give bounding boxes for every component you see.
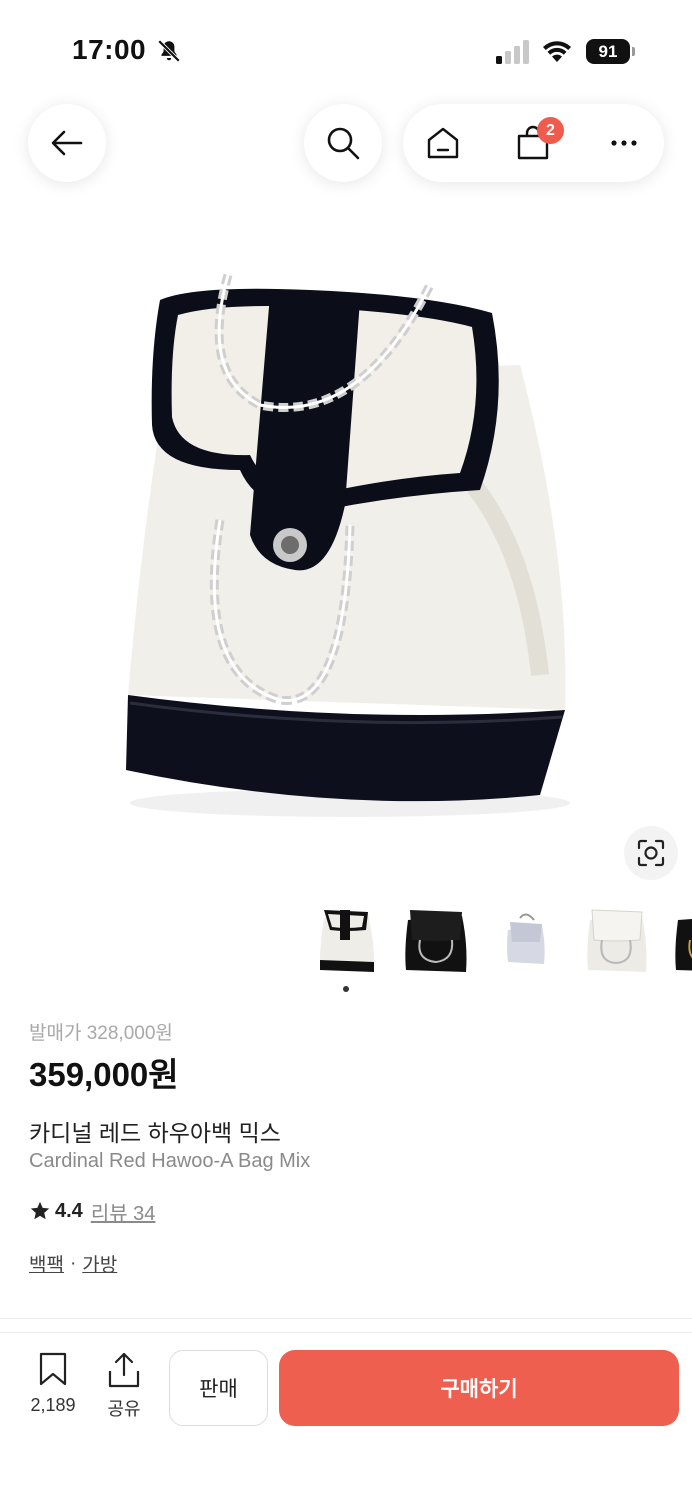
- wifi-icon: [543, 41, 571, 62]
- battery-level: 91: [586, 39, 630, 64]
- bottom-action-bar: 2,189 공유 판매 구매하기: [0, 1332, 692, 1452]
- home-button[interactable]: [403, 104, 483, 182]
- top-actions: 2: [403, 104, 664, 182]
- save-count: 2,189: [30, 1395, 76, 1415]
- more-icon: [611, 140, 637, 146]
- signal-icon: [496, 40, 529, 64]
- review-link[interactable]: 리뷰 34: [91, 1197, 156, 1226]
- divider: [0, 1318, 692, 1319]
- rating-value: 4.4: [55, 1199, 83, 1222]
- back-button[interactable]: [28, 104, 106, 182]
- more-button[interactable]: [584, 104, 664, 182]
- rating-row: 4.4 리뷰 34: [29, 1197, 155, 1225]
- share-label: 공유: [107, 1399, 141, 1419]
- status-time: 17:00: [72, 34, 147, 65]
- thumbnail-white[interactable]: [580, 900, 652, 976]
- buy-button[interactable]: 구매하기: [279, 1350, 679, 1426]
- thumbnail-strip: [310, 900, 692, 980]
- product-title-english: Cardinal Red Hawoo-A Bag Mix: [29, 1150, 311, 1172]
- image-search-button[interactable]: [624, 826, 678, 880]
- lens-scan-icon: [637, 839, 665, 867]
- star-icon: [30, 1201, 50, 1220]
- original-price: 발매가 328,000원: [29, 1023, 173, 1044]
- save-button[interactable]: 2,189: [18, 1351, 88, 1421]
- back-arrow-icon: [51, 130, 83, 156]
- thumbnail-white-black-mix[interactable]: [310, 900, 382, 976]
- bell-muted-icon: [157, 39, 181, 63]
- carousel-indicator: [343, 986, 349, 992]
- category-breadcrumb: 백팩 · 가방: [29, 1250, 117, 1277]
- cart-button[interactable]: 2: [493, 104, 573, 182]
- category-separator: ·: [69, 1252, 77, 1274]
- bookmark-icon: [39, 1352, 67, 1386]
- thumbnail-black-gold[interactable]: [670, 900, 692, 976]
- battery-indicator: 91: [586, 39, 636, 64]
- cart-count-badge: 2: [537, 117, 564, 144]
- sell-button[interactable]: 판매: [169, 1350, 268, 1426]
- share-icon: [108, 1352, 140, 1388]
- product-image[interactable]: [100, 255, 600, 835]
- thumbnail-black[interactable]: [400, 900, 472, 976]
- category-link-backpack[interactable]: 백팩: [29, 1250, 64, 1277]
- search-button[interactable]: [304, 104, 382, 182]
- battery-cap: [632, 47, 635, 56]
- sale-price: 359,000원: [29, 1056, 179, 1093]
- category-link-bag[interactable]: 가방: [82, 1250, 117, 1277]
- share-button[interactable]: 공유: [98, 1351, 150, 1421]
- thumbnail-silver[interactable]: [490, 900, 562, 976]
- status-bar: 17:00 91: [0, 0, 692, 100]
- search-icon: [327, 127, 360, 160]
- home-icon: [427, 127, 459, 159]
- product-title-korean: 카디널 레드 하우아백 믹스: [29, 1120, 281, 1146]
